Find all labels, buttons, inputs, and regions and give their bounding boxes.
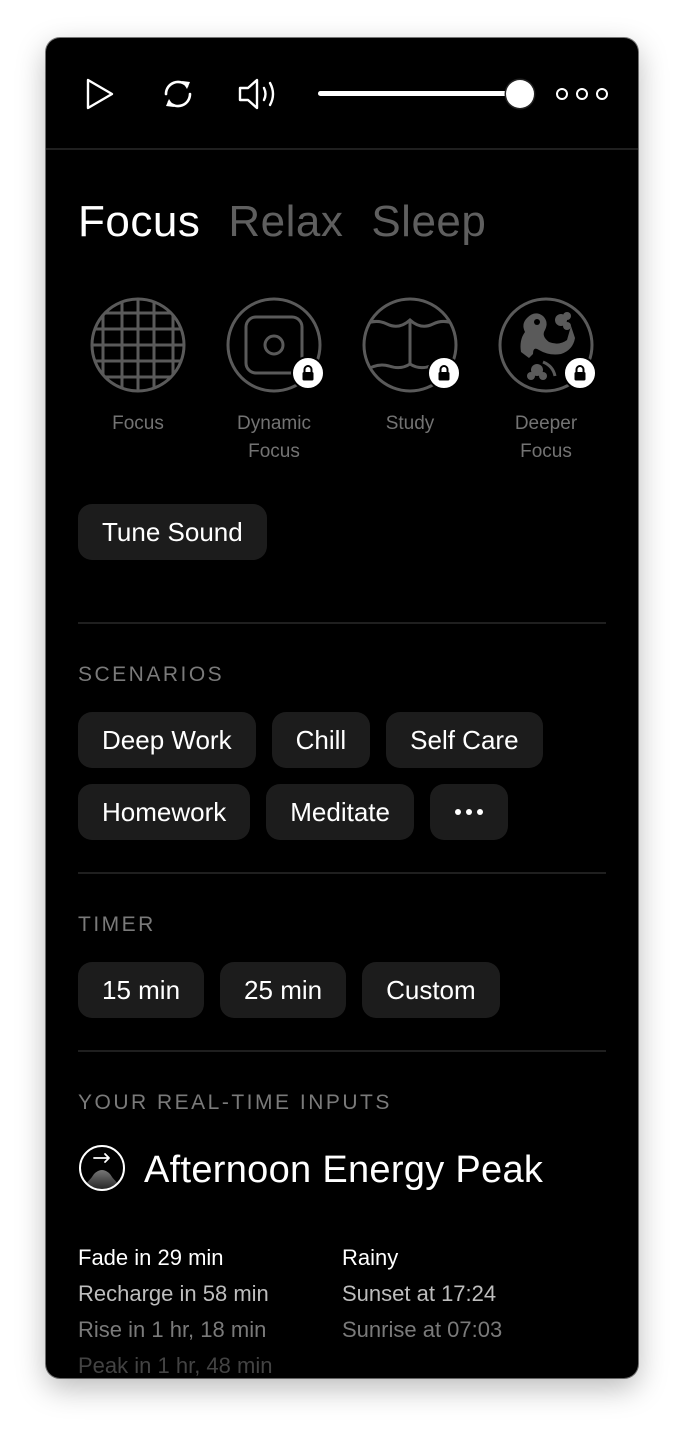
divider xyxy=(78,622,606,624)
mode-label: Deeper Focus xyxy=(514,413,578,462)
more-icon-dot xyxy=(596,88,608,100)
timeline-item: Peak in 1 hr, 48 min xyxy=(78,1353,273,1378)
mode-focus[interactable]: Focus xyxy=(83,296,193,438)
volume-slider[interactable] xyxy=(316,80,534,108)
weather-item: Sunset at 17:24 xyxy=(342,1281,497,1306)
gecko-icon xyxy=(497,296,597,394)
mode-label: Study xyxy=(385,413,435,434)
environment-info: Rainy Sunset at 17:24 Sunrise at 07:03 xyxy=(342,1240,606,1378)
refresh-icon xyxy=(161,77,195,111)
more-icon-dot xyxy=(556,88,568,100)
open-book-icon xyxy=(361,296,461,394)
volume-button[interactable] xyxy=(236,76,280,112)
mode-label: Dynamic Focus xyxy=(237,413,311,462)
more-icon-dot xyxy=(576,88,588,100)
realtime-info: Fade in 29 min Recharge in 58 min Rise i… xyxy=(78,1240,606,1378)
mode-label: Focus xyxy=(112,413,164,434)
mode-dynamic-focus[interactable]: Dynamic Focus xyxy=(219,296,329,466)
divider xyxy=(78,1050,606,1052)
lock-icon xyxy=(291,356,325,390)
scenario-more-button[interactable] xyxy=(429,784,508,840)
energy-state: Afternoon Energy Peak xyxy=(78,1144,543,1197)
mode-options: Focus Dynamic Focus Study Deeper Focus xyxy=(78,296,606,466)
tab-relax[interactable]: Relax xyxy=(228,200,343,244)
play-icon xyxy=(85,78,115,110)
scenario-chips: Deep Work Chill Self Care Homework Medit… xyxy=(78,712,606,840)
energy-timeline: Fade in 29 min Recharge in 58 min Rise i… xyxy=(78,1240,342,1378)
play-button[interactable] xyxy=(82,76,118,112)
scenarios-heading: SCENARIOS xyxy=(78,663,225,686)
speaker-icon xyxy=(237,77,279,111)
timeline-item: Recharge in 58 min xyxy=(78,1281,269,1306)
ellipsis-icon xyxy=(454,809,483,815)
mode-deeper-focus[interactable]: Deeper Focus xyxy=(491,296,601,466)
timer-heading: TIMER xyxy=(78,913,156,936)
weather-item: Rainy xyxy=(342,1245,399,1270)
scenario-meditate[interactable]: Meditate xyxy=(266,784,414,840)
volume-slider-knob[interactable] xyxy=(506,80,534,108)
realtime-heading: YOUR REAL-TIME INPUTS xyxy=(78,1091,392,1114)
timer-custom[interactable]: Custom xyxy=(362,962,500,1018)
app-window: Focus Relax Sleep Focus Dynamic Focus St… xyxy=(46,38,638,1378)
tune-sound-button[interactable]: Tune Sound xyxy=(78,504,267,560)
tab-sleep[interactable]: Sleep xyxy=(371,200,486,244)
player-toolbar xyxy=(46,38,638,150)
tab-focus[interactable]: Focus xyxy=(78,200,200,244)
energy-title: Afternoon Energy Peak xyxy=(144,1149,544,1191)
timer-chips: 15 min 25 min Custom xyxy=(78,962,606,1018)
grid-globe-icon xyxy=(89,296,187,394)
volume-slider-fill xyxy=(318,91,520,96)
lock-icon xyxy=(427,356,461,390)
scenario-deep-work[interactable]: Deep Work xyxy=(78,712,256,768)
scenario-self-care[interactable]: Self Care xyxy=(386,712,543,768)
timeline-item: Fade in 29 min xyxy=(78,1245,224,1270)
timer-15-min[interactable]: 15 min xyxy=(78,962,205,1018)
scenario-chill[interactable]: Chill xyxy=(271,712,371,768)
lock-icon xyxy=(563,356,597,390)
weather-item: Sunrise at 07:03 xyxy=(342,1317,503,1342)
divider xyxy=(78,872,606,874)
more-options-button[interactable] xyxy=(556,84,608,104)
mode-study[interactable]: Study xyxy=(355,296,465,438)
mode-tabs: Focus Relax Sleep xyxy=(78,200,486,244)
energy-peak-icon xyxy=(78,1144,126,1197)
square-dot-icon xyxy=(225,296,325,394)
timer-25-min[interactable]: 25 min xyxy=(220,962,347,1018)
timeline-item: Rise in 1 hr, 18 min xyxy=(78,1317,267,1342)
scenario-homework[interactable]: Homework xyxy=(78,784,251,840)
refresh-button[interactable] xyxy=(160,76,196,112)
